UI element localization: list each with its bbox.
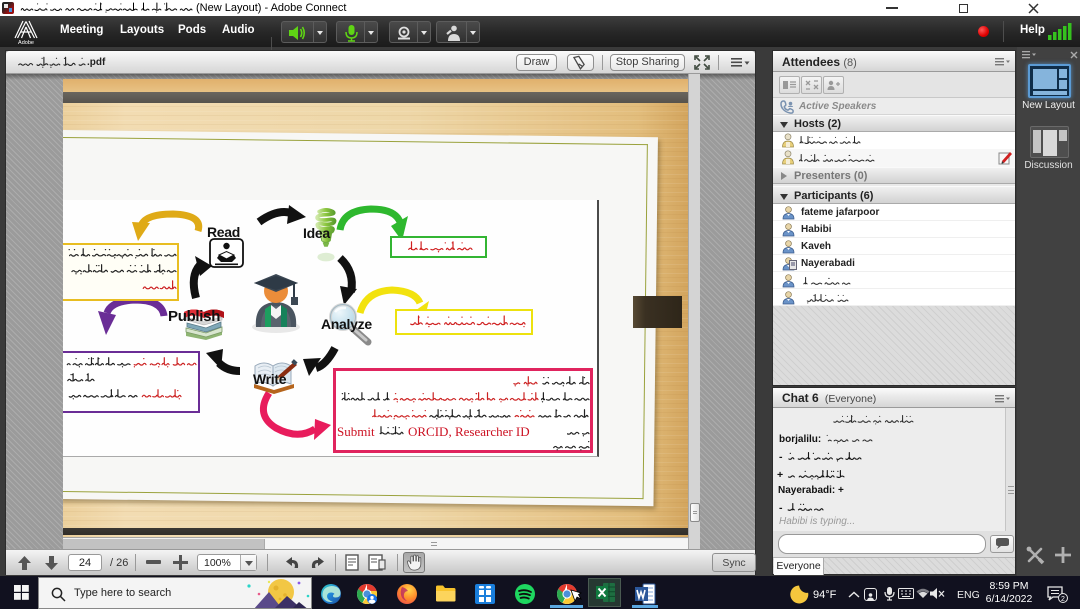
- svg-text:2: 2: [1061, 596, 1065, 603]
- svg-text:Adobe: Adobe: [18, 40, 34, 45]
